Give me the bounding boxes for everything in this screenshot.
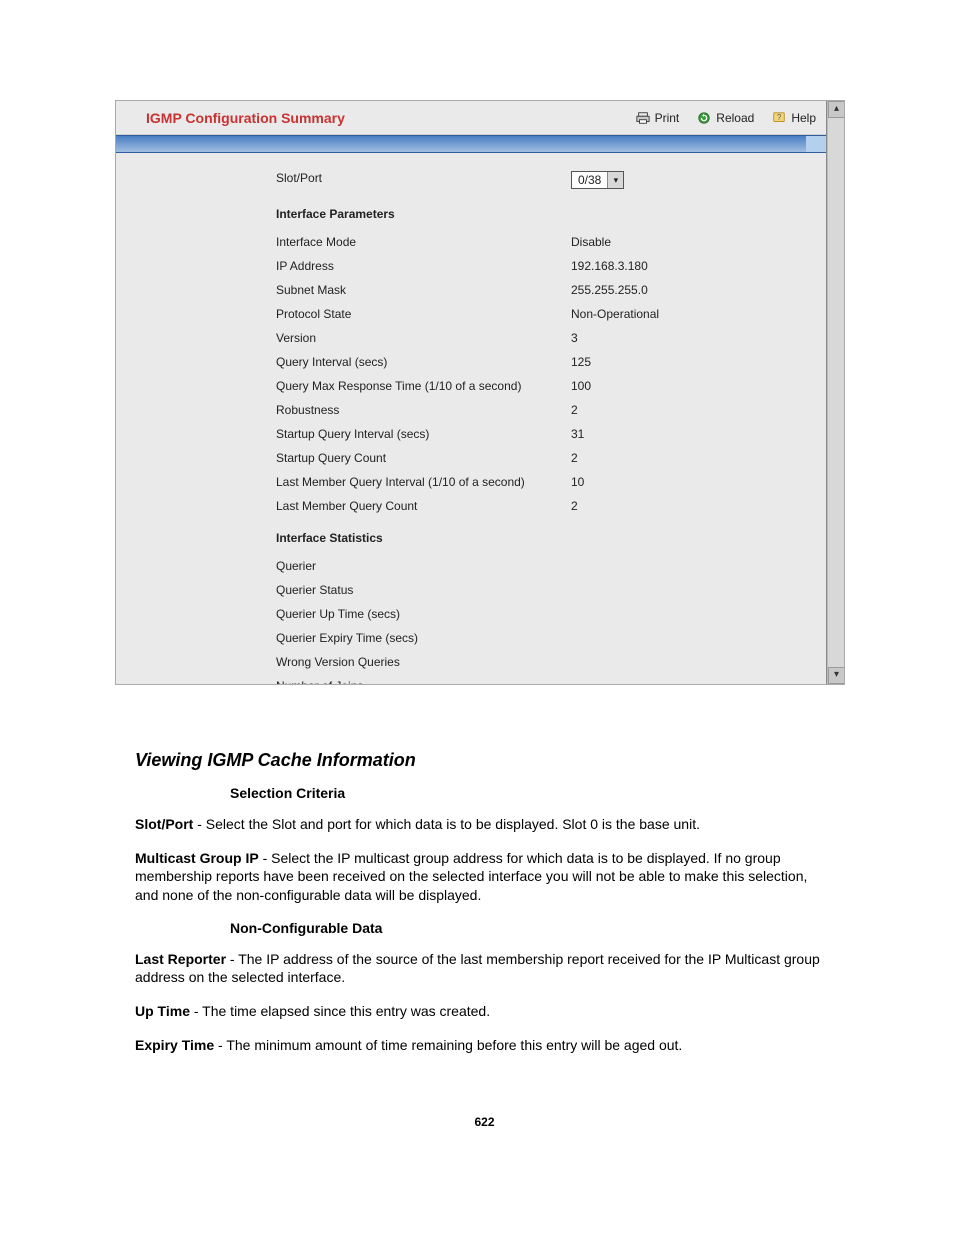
stat-row: Number of Joins <box>276 679 806 685</box>
slotport-select[interactable]: 0/38 ▾ <box>571 171 624 189</box>
interface-statistics-heading: Interface Statistics <box>276 531 806 545</box>
text-slotport: - Select the Slot and port for which dat… <box>193 816 700 832</box>
param-value: 125 <box>571 355 591 369</box>
param-row: Version3 <box>276 331 806 345</box>
term-slotport: Slot/Port <box>135 816 193 832</box>
param-label: Query Interval (secs) <box>276 355 571 369</box>
param-label: Interface Mode <box>276 235 571 249</box>
stat-row: Wrong Version Queries <box>276 655 806 669</box>
term-up-time: Up Time <box>135 1003 190 1019</box>
blue-separator <box>116 135 826 153</box>
chevron-down-icon: ▾ <box>607 172 623 188</box>
param-label: Startup Query Interval (secs) <box>276 427 571 441</box>
page-number: 622 <box>135 1115 834 1129</box>
param-label: Startup Query Count <box>276 451 571 465</box>
paragraph-slotport: Slot/Port - Select the Slot and port for… <box>135 815 834 833</box>
interface-parameters-heading: Interface Parameters <box>276 207 806 221</box>
param-value: 192.168.3.180 <box>571 259 648 273</box>
param-row: Interface ModeDisable <box>276 235 806 249</box>
param-value: Disable <box>571 235 611 249</box>
param-label: Robustness <box>276 403 571 417</box>
config-panel: ▴ ▾ IGMP Configuration Summary Print <box>115 100 845 685</box>
param-row: Last Member Query Interval (1/10 of a se… <box>276 475 806 489</box>
stat-label: Querier Expiry Time (secs) <box>276 631 571 645</box>
param-row: Subnet Mask255.255.255.0 <box>276 283 806 297</box>
paragraph-expiry-time: Expiry Time - The minimum amount of time… <box>135 1036 834 1054</box>
text-up-time: - The time elapsed since this entry was … <box>190 1003 490 1019</box>
toolbar: Print Reload ? Help <box>636 111 816 125</box>
paragraph-last-reporter: Last Reporter - The IP address of the so… <box>135 950 834 986</box>
stat-label: Querier <box>276 559 571 573</box>
scroll-down-button[interactable]: ▾ <box>828 667 845 684</box>
reload-icon <box>697 111 711 125</box>
term-expiry-time: Expiry Time <box>135 1037 214 1053</box>
titlebar: IGMP Configuration Summary Print Reload <box>116 101 826 135</box>
content-area: Slot/Port 0/38 ▾ Interface Parameters In… <box>116 153 826 685</box>
svg-text:?: ? <box>777 112 782 121</box>
help-icon: ? <box>772 111 786 125</box>
param-value: Non-Operational <box>571 307 659 321</box>
paragraph-multicast-group-ip: Multicast Group IP - Select the IP multi… <box>135 849 834 904</box>
param-label: Last Member Query Interval (1/10 of a se… <box>276 475 571 489</box>
param-value: 255.255.255.0 <box>571 283 648 297</box>
param-row: Startup Query Count2 <box>276 451 806 465</box>
term-last-reporter: Last Reporter <box>135 951 226 967</box>
param-row: Protocol StateNon-Operational <box>276 307 806 321</box>
param-label: Last Member Query Count <box>276 499 571 513</box>
param-value: 3 <box>571 331 578 345</box>
document-body: Viewing IGMP Cache Information Selection… <box>0 750 954 1129</box>
scroll-up-button[interactable]: ▴ <box>828 101 845 118</box>
param-label: IP Address <box>276 259 571 273</box>
stat-row: Querier Expiry Time (secs) <box>276 631 806 645</box>
param-value: 100 <box>571 379 591 393</box>
print-button[interactable]: Print <box>636 111 680 125</box>
param-row: Query Interval (secs)125 <box>276 355 806 369</box>
param-value: 31 <box>571 427 584 441</box>
term-multicast-group-ip: Multicast Group IP <box>135 850 259 866</box>
param-row: Query Max Response Time (1/10 of a secon… <box>276 379 806 393</box>
stat-row: Querier Status <box>276 583 806 597</box>
panel-title: IGMP Configuration Summary <box>146 110 345 126</box>
param-row: Startup Query Interval (secs)31 <box>276 427 806 441</box>
help-button[interactable]: ? Help <box>772 111 816 125</box>
param-value: 10 <box>571 475 584 489</box>
text-last-reporter: - The IP address of the source of the la… <box>135 951 820 985</box>
subheading-selection-criteria: Selection Criteria <box>230 785 834 801</box>
param-label: Version <box>276 331 571 345</box>
print-label: Print <box>655 111 680 125</box>
stat-label: Wrong Version Queries <box>276 655 571 669</box>
stat-row: Querier <box>276 559 806 573</box>
param-label: Subnet Mask <box>276 283 571 297</box>
stat-label: Querier Up Time (secs) <box>276 607 571 621</box>
paragraph-up-time: Up Time - The time elapsed since this en… <box>135 1002 834 1020</box>
stat-row: Querier Up Time (secs) <box>276 607 806 621</box>
param-row: Robustness2 <box>276 403 806 417</box>
section-heading: Viewing IGMP Cache Information <box>135 750 834 771</box>
stat-label: Number of Joins <box>276 679 571 685</box>
help-label: Help <box>791 111 816 125</box>
param-row: Last Member Query Count2 <box>276 499 806 513</box>
subheading-non-configurable-data: Non-Configurable Data <box>230 920 834 936</box>
text-expiry-time: - The minimum amount of time remaining b… <box>214 1037 682 1053</box>
param-row: IP Address192.168.3.180 <box>276 259 806 273</box>
param-value: 2 <box>571 451 578 465</box>
reload-label: Reload <box>716 111 754 125</box>
param-label: Protocol State <box>276 307 571 321</box>
stat-label: Querier Status <box>276 583 571 597</box>
slotport-label: Slot/Port <box>276 171 571 189</box>
printer-icon <box>636 111 650 125</box>
param-value: 2 <box>571 499 578 513</box>
reload-button[interactable]: Reload <box>697 111 754 125</box>
vertical-scrollbar[interactable]: ▴ ▾ <box>827 101 844 684</box>
param-label: Query Max Response Time (1/10 of a secon… <box>276 379 571 393</box>
param-value: 2 <box>571 403 578 417</box>
slotport-value: 0/38 <box>572 172 607 188</box>
slotport-row: Slot/Port 0/38 ▾ <box>276 171 806 189</box>
